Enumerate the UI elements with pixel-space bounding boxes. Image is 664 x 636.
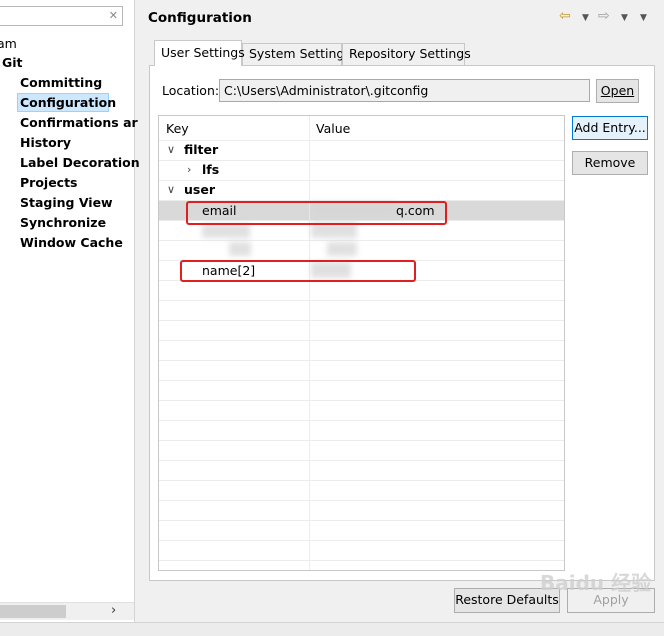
tree-item-staging-view[interactable]: Staging View xyxy=(20,195,113,210)
tree-item-window-cache[interactable]: Window Cache xyxy=(20,235,123,250)
row-divider xyxy=(159,240,564,241)
horizontal-scrollbar[interactable]: › xyxy=(0,602,134,620)
tree-item-history[interactable]: History xyxy=(20,135,71,150)
watermark: Baidu 经验 xyxy=(540,571,652,595)
tab-user-settings[interactable]: User Settings xyxy=(154,40,245,66)
tree-item-confirmations[interactable]: Confirmations ar xyxy=(20,115,138,130)
preferences-tree-panel: ✕ am Git Committing Configuration Confir… xyxy=(0,0,140,622)
row-divider xyxy=(159,140,564,141)
tree-item-committing[interactable]: Committing xyxy=(20,75,102,90)
tree-item-projects[interactable]: Projects xyxy=(20,175,78,190)
expanded-chevron-icon[interactable]: ∨ xyxy=(167,143,175,156)
row-divider xyxy=(159,440,564,441)
back-arrow-icon[interactable]: ⇦ xyxy=(559,8,571,24)
tab-system-settings[interactable]: System Settings xyxy=(242,43,351,65)
row-divider xyxy=(159,460,564,461)
row-divider xyxy=(159,320,564,321)
redacted-value xyxy=(327,242,357,256)
add-entry-button[interactable]: Add Entry... xyxy=(572,116,648,140)
scrollbar-thumb[interactable] xyxy=(0,605,66,618)
back-dropdown-icon[interactable]: ▼ xyxy=(582,13,589,23)
tree-item-label-decoration[interactable]: Label Decoration xyxy=(20,155,140,170)
column-header-value[interactable]: Value xyxy=(316,121,350,136)
tab-repository-settings[interactable]: Repository Settings xyxy=(342,43,471,65)
annotation-highlight-email xyxy=(186,201,447,225)
forward-dropdown-icon[interactable]: ▼ xyxy=(621,13,628,23)
collapsed-chevron-icon[interactable]: › xyxy=(187,163,191,176)
table-row-key[interactable]: user xyxy=(184,182,215,197)
row-divider xyxy=(159,400,564,401)
row-divider xyxy=(159,480,564,481)
filter-input[interactable]: ✕ xyxy=(0,6,123,26)
redacted-key xyxy=(229,242,251,256)
expanded-chevron-icon[interactable]: ∨ xyxy=(167,183,175,196)
row-divider xyxy=(159,560,564,561)
row-divider xyxy=(159,180,564,181)
table-row-key[interactable]: filter xyxy=(184,142,218,157)
row-divider xyxy=(159,340,564,341)
location-label: Location: xyxy=(162,83,220,98)
annotation-highlight-name xyxy=(180,260,416,282)
tree-item-git[interactable]: Git xyxy=(2,55,23,70)
forward-arrow-icon[interactable]: ⇨ xyxy=(598,8,610,24)
view-menu-icon[interactable]: ▼ xyxy=(640,13,647,23)
tree-item-synchronize[interactable]: Synchronize xyxy=(20,215,106,230)
config-table[interactable]: Key Value ∨ filter › lfs ∨ user email q.… xyxy=(158,115,565,571)
redacted-key xyxy=(202,224,250,238)
open-button[interactable]: Open xyxy=(596,79,639,103)
row-divider xyxy=(159,500,564,501)
table-row-key[interactable]: lfs xyxy=(202,162,219,177)
column-header-key[interactable]: Key xyxy=(166,121,189,136)
row-divider xyxy=(159,300,564,301)
status-bar xyxy=(0,622,664,636)
row-divider xyxy=(159,520,564,521)
scroll-right-icon[interactable]: › xyxy=(111,603,116,618)
tree-item-configuration[interactable]: Configuration xyxy=(20,95,116,110)
column-divider xyxy=(309,116,310,570)
row-divider xyxy=(159,420,564,421)
row-divider xyxy=(159,160,564,161)
remove-button[interactable]: Remove xyxy=(572,151,648,175)
clear-filter-icon[interactable]: ✕ xyxy=(109,9,118,22)
row-divider xyxy=(159,380,564,381)
tree-item-team[interactable]: am xyxy=(0,36,17,51)
page-title: Configuration xyxy=(148,10,252,26)
row-divider xyxy=(159,540,564,541)
location-field[interactable]: C:\Users\Administrator\.gitconfig xyxy=(219,79,590,102)
row-divider xyxy=(159,360,564,361)
